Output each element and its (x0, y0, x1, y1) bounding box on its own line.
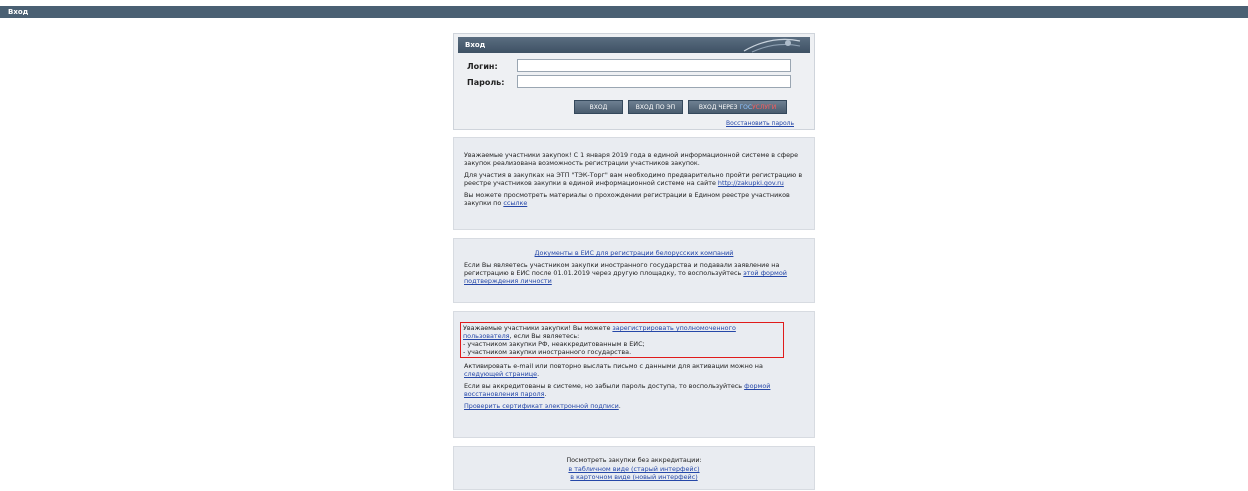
gos-part2: УСЛУГИ (752, 104, 777, 111)
login-header-title: Вход (465, 41, 486, 49)
authorized-user-panel: Уважаемые участники закупки! Вы можете з… (453, 311, 815, 438)
gos-prefix: ВХОД ЧЕРЕЗ (698, 104, 740, 111)
notice-item-2: - участником закупки иностранного госуда… (463, 348, 632, 356)
notice-item-1: - участником закупки РФ, неаккредитованн… (463, 340, 645, 348)
gos-part1: ГОС (739, 104, 753, 111)
info-p3: Вы можете просмотреть материалы о прохож… (464, 191, 804, 207)
next-page-link[interactable]: следующей странице (464, 370, 537, 378)
login-ep-button[interactable]: ВХОД ПО ЭП (628, 100, 683, 114)
notice-after: , если Вы являетесь: (509, 332, 580, 340)
card-view-link[interactable]: в карточном виде (новый интерфейс) (570, 473, 697, 481)
foreign-p1-text: Если Вы являетесь участником закупки ино… (464, 261, 780, 277)
info-p2: Для участия в закупках на ЭТП "ТЭК-Торг"… (464, 171, 804, 187)
foreign-p1: Если Вы являетесь участником закупки ино… (464, 261, 804, 285)
password-row: Пароль: (467, 75, 791, 88)
login-header: Вход (458, 37, 810, 53)
table-view-link[interactable]: в табличном виде (старый интерфейс) (568, 465, 699, 473)
forgot-text: Если вы аккредитованы в системе, но забы… (464, 382, 745, 390)
login-panel: Вход Логин: Пароль: ВХОД ВХОД ПО ЭП ВХОД… (453, 33, 815, 130)
login-label: Логин: (467, 62, 498, 71)
materials-link[interactable]: ссылке (503, 199, 527, 207)
header-swoosh-icon (743, 38, 801, 53)
login-button[interactable]: ВХОД (574, 100, 623, 114)
login-input[interactable] (517, 59, 791, 72)
check-certificate-link[interactable]: Проверить сертификат электронной подписи (464, 402, 619, 410)
view-purchases-title: Посмотреть закупки без аккредитации: (566, 456, 702, 464)
activation-p: Активировать e-mail или повторно выслать… (464, 362, 804, 378)
notice-text: Уважаемые участники закупки! Вы можете (463, 324, 613, 332)
foreign-participants-panel: Документы в ЕИС для регистрации белорусс… (453, 238, 815, 303)
window-title-bar: Вход (0, 6, 1248, 18)
login-row: Логин: (467, 59, 791, 72)
login-gosuslugi-button[interactable]: ВХОД ЧЕРЕЗ ГОСУСЛУГИ (688, 100, 787, 114)
info-p1: Уважаемые участники закупок! С 1 января … (464, 151, 799, 167)
highlighted-notice: Уважаемые участники закупки! Вы можете з… (460, 322, 784, 358)
activation-text: Активировать e-mail или повторно выслать… (464, 362, 763, 370)
forgot-password-p: Если вы аккредитованы в системе, но забы… (464, 382, 804, 398)
belarus-docs-row: Документы в ЕИС для регистрации белорусс… (464, 249, 804, 257)
window-title: Вход (8, 8, 29, 16)
registration-info-panel: Уважаемые участники закупок! С 1 января … (453, 137, 815, 230)
belarus-docs-link[interactable]: Документы в ЕИС для регистрации белорусс… (535, 249, 734, 257)
restore-password-link[interactable]: Восстановить пароль (726, 120, 794, 127)
forgot-end: . (544, 390, 547, 398)
view-purchases-panel: Посмотреть закупки без аккредитации: в т… (453, 446, 815, 490)
check-cert-end: . (618, 402, 621, 410)
check-cert-p: Проверить сертификат электронной подписи… (464, 402, 804, 410)
activation-end: . (537, 370, 540, 378)
zakupki-link[interactable]: http://zakupki.gov.ru (718, 179, 784, 187)
password-label: Пароль: (467, 78, 505, 87)
password-input[interactable] (517, 75, 791, 88)
